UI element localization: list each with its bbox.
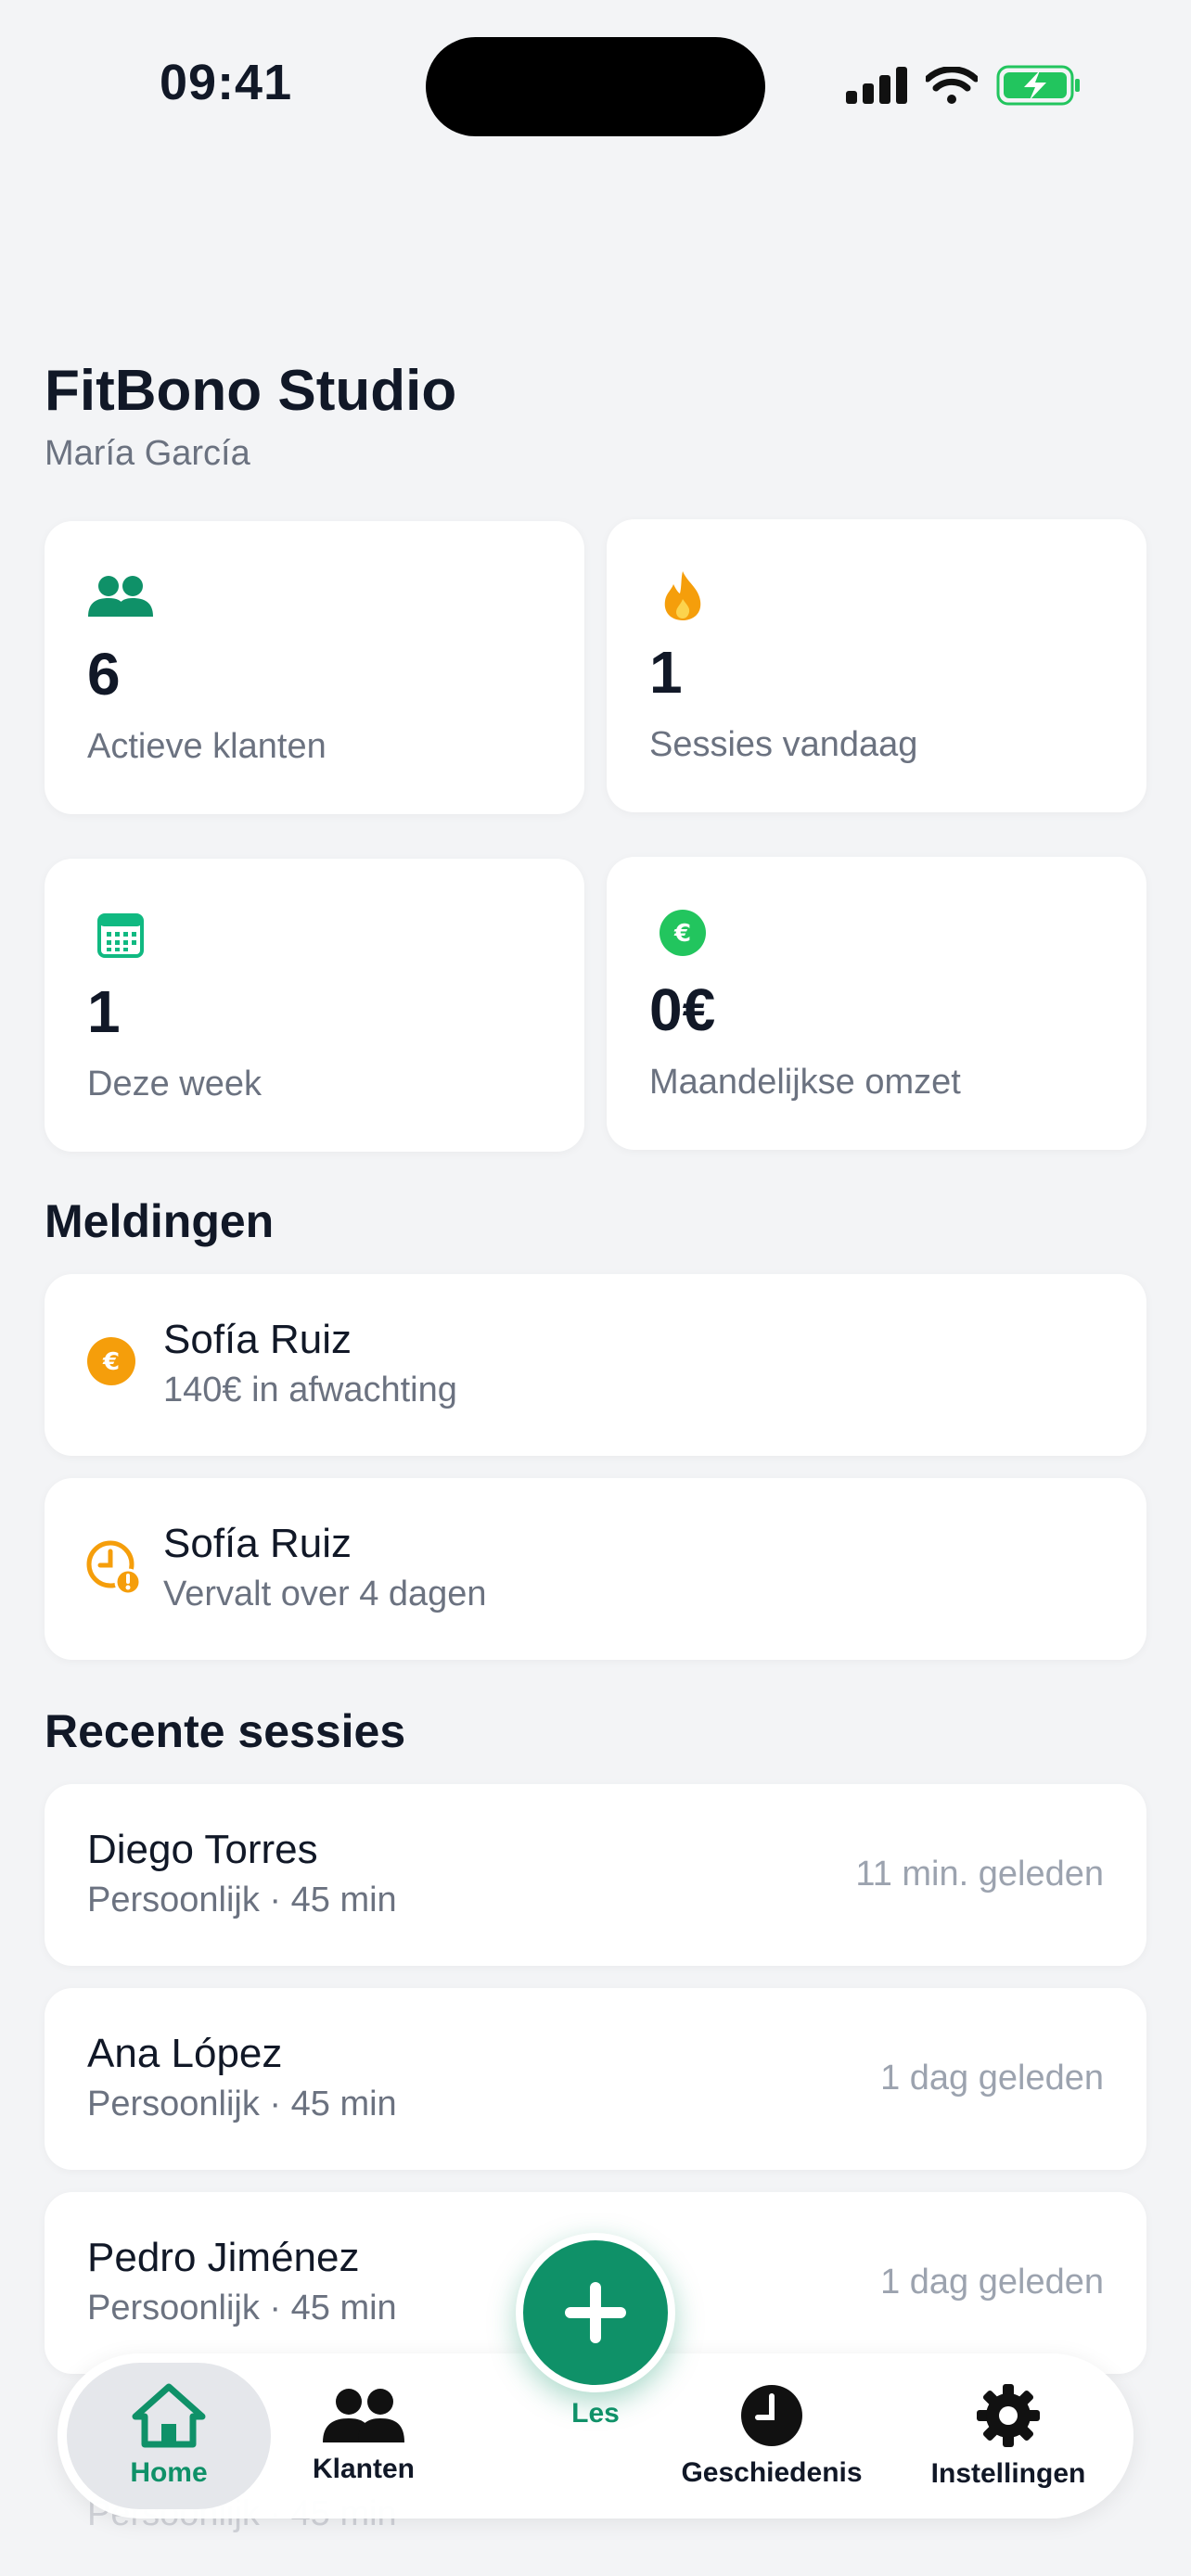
session-row[interactable]: Diego Torres Persoonlijk · 45 min 11 min… <box>45 1784 1146 1966</box>
session-row[interactable]: Ana López Persoonlijk · 45 min 1 dag gel… <box>45 1988 1146 2170</box>
trainer-name: María García <box>45 434 250 473</box>
stat-value: 6 <box>87 641 121 708</box>
tab-clients[interactable]: Klanten <box>271 2353 456 2519</box>
svg-text:€: € <box>673 920 691 948</box>
notification-item[interactable]: € Sofía Ruiz 140€ in afwachting <box>45 1274 1146 1456</box>
tab-settings-label: Instellingen <box>930 2458 1086 2489</box>
gear-icon <box>977 2384 1040 2447</box>
users-icon <box>323 2389 404 2442</box>
stat-value: 1 <box>87 978 121 1045</box>
notification-detail: 140€ in afwachting <box>163 1371 457 1409</box>
euro-icon: € <box>649 899 716 966</box>
session-time: 11 min. geleden <box>855 1855 1104 1894</box>
users-icon <box>87 564 154 631</box>
notification-item[interactable]: Sofía Ruiz Vervalt over 4 dagen <box>45 1478 1146 1660</box>
plus-icon <box>565 2282 626 2343</box>
stat-label: Sessies vandaag <box>649 725 918 764</box>
stat-value: 1 <box>649 639 683 706</box>
stat-value: 0€ <box>649 976 716 1043</box>
tab-home-label: Home <box>130 2457 208 2488</box>
status-time: 09:41 <box>160 55 293 110</box>
notification-name: Sofía Ruiz <box>163 1521 352 1566</box>
flame-icon <box>649 562 716 629</box>
home-icon <box>132 2383 206 2448</box>
session-client-name: Pedro Jiménez <box>87 2235 360 2280</box>
euro-coin-icon: € <box>85 1335 145 1395</box>
wifi-icon <box>924 65 980 108</box>
tab-history[interactable]: Geschiedenis <box>660 2353 883 2519</box>
status-bar: 09:41 <box>0 0 1191 176</box>
session-client-name: Ana López <box>87 2031 283 2076</box>
dynamic-island <box>426 37 765 136</box>
stat-card-monthly-revenue[interactable]: € 0€ Maandelijkse omzet <box>607 857 1146 1150</box>
tab-settings[interactable]: Instellingen <box>892 2353 1124 2519</box>
clock-warning-icon <box>85 1539 145 1599</box>
clock-icon <box>741 2385 802 2446</box>
add-session-label: Les <box>571 2398 620 2429</box>
tab-clients-label: Klanten <box>312 2454 415 2484</box>
stat-label: Deze week <box>87 1065 262 1103</box>
recent-sessions-title: Recente sessies <box>45 1705 406 1757</box>
add-session-button[interactable] <box>516 2233 675 2392</box>
tab-history-label: Geschiedenis <box>681 2457 863 2488</box>
stat-card-this-week[interactable]: 1 Deze week <box>45 859 584 1152</box>
stat-card-sessions-today[interactable]: 1 Sessies vandaag <box>607 519 1146 812</box>
stat-label: Actieve klanten <box>87 727 327 766</box>
tab-home[interactable]: Home <box>67 2353 271 2519</box>
session-client-name: Diego Torres <box>87 1827 318 1872</box>
notification-name: Sofía Ruiz <box>163 1317 352 1362</box>
session-detail: Persoonlijk · 45 min <box>87 2085 397 2123</box>
session-time: 1 dag geleden <box>880 2059 1104 2098</box>
session-detail: Persoonlijk · 45 min <box>87 2289 397 2327</box>
signal-icon <box>846 66 907 108</box>
stat-label: Maandelijkse omzet <box>649 1063 961 1102</box>
stat-card-active-clients[interactable]: 6 Actieve klanten <box>45 521 584 814</box>
notifications-title: Meldingen <box>45 1195 275 1247</box>
notification-detail: Vervalt over 4 dagen <box>163 1575 487 1613</box>
session-time: 1 dag geleden <box>880 2263 1104 2302</box>
session-detail: Persoonlijk · 45 min <box>87 1881 397 1919</box>
svg-text:€: € <box>102 1348 120 1376</box>
page-title: FitBono Studio <box>45 359 457 423</box>
calendar-icon <box>87 901 154 968</box>
battery-icon <box>996 65 1082 110</box>
status-icons <box>846 59 1082 115</box>
